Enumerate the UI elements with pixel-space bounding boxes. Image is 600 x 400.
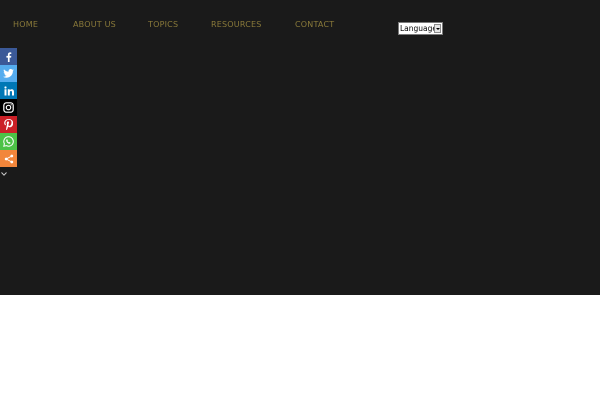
linkedin-share-button[interactable]	[0, 82, 17, 99]
twitter-icon	[3, 69, 14, 78]
pinterest-icon	[4, 119, 13, 130]
twitter-share-button[interactable]	[0, 65, 17, 82]
whatsapp-icon	[3, 136, 14, 147]
whatsapp-share-button[interactable]	[0, 133, 17, 150]
linkedin-icon	[3, 85, 14, 95]
page-content-area	[0, 295, 600, 400]
nav-resources[interactable]: RESOURCES	[211, 20, 262, 29]
instagram-icon	[3, 102, 14, 113]
language-select-value: Language	[400, 24, 438, 33]
pinterest-share-button[interactable]	[0, 116, 17, 133]
instagram-share-button[interactable]	[0, 99, 17, 116]
nav-contact[interactable]: CONTACT	[295, 20, 334, 29]
nav-about-us[interactable]: ABOUT US	[73, 20, 116, 29]
share-icon	[4, 154, 13, 163]
more-share-button[interactable]	[0, 150, 17, 167]
nav-topics[interactable]: TOPICS	[148, 20, 178, 29]
collapse-share-bar-icon[interactable]	[1, 172, 7, 176]
language-select[interactable]: Language	[398, 22, 443, 35]
dropdown-arrow-icon	[434, 24, 441, 33]
facebook-icon	[6, 51, 12, 62]
hero-section: HOME ABOUT US TOPICS RESOURCES CONTACT L…	[0, 0, 600, 295]
facebook-share-button[interactable]	[0, 48, 17, 65]
nav-home[interactable]: HOME	[13, 20, 38, 29]
